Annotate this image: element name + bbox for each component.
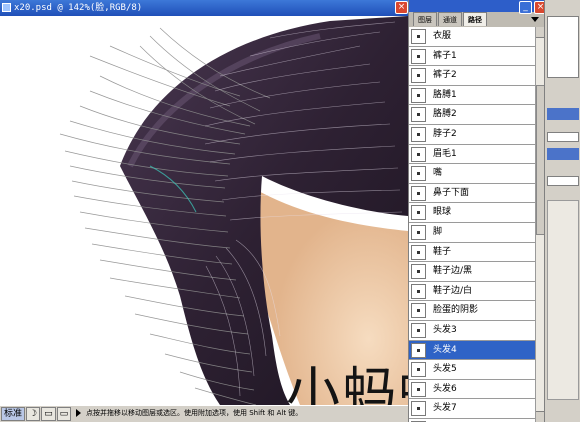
path-row[interactable]: 鞋子 xyxy=(409,243,535,263)
path-row[interactable]: 眼球 xyxy=(409,203,535,223)
path-thumbnail-icon xyxy=(411,244,426,260)
panel-menu-icon[interactable] xyxy=(531,17,539,22)
path-thumbnail-icon xyxy=(411,185,426,201)
document-icon xyxy=(2,3,11,12)
path-name: 脚 xyxy=(433,226,443,237)
path-row[interactable]: 脖子2 xyxy=(409,125,535,145)
path-thumbnail-icon xyxy=(411,166,426,182)
path-row[interactable]: 裤子1 xyxy=(409,47,535,67)
path-name: 鼻子下面 xyxy=(433,187,470,198)
path-thumbnail-icon xyxy=(411,283,426,299)
path-thumbnail-icon xyxy=(411,264,426,280)
path-name: 头发5 xyxy=(433,364,457,375)
path-name: 头发7 xyxy=(433,403,457,414)
docked-panels-strip xyxy=(544,0,580,422)
path-row[interactable]: 鼻子下面 xyxy=(409,184,535,204)
close-icon[interactable]: × xyxy=(395,1,408,14)
path-row[interactable]: 头发7 xyxy=(409,399,535,419)
path-name: 头发4 xyxy=(433,344,457,355)
path-row[interactable]: 眉毛1 xyxy=(409,145,535,165)
image-canvas[interactable]: 小蚂蚱 xyxy=(0,16,408,405)
path-thumbnail-icon xyxy=(411,146,426,162)
path-thumbnail-icon xyxy=(411,362,426,378)
docked-panel-title[interactable] xyxy=(547,108,579,120)
full-screen-mode-button[interactable]: ▭ xyxy=(56,407,72,421)
path-name: 衣服 xyxy=(433,31,452,41)
docked-panel-field[interactable] xyxy=(547,176,579,186)
path-name: 裤子2 xyxy=(433,70,457,81)
path-thumbnail-icon xyxy=(411,322,426,338)
path-name: 鞋子边/白 xyxy=(433,285,473,296)
path-thumbnail-icon xyxy=(411,87,426,103)
path-thumbnail-icon xyxy=(411,29,426,44)
path-thumbnail-icon xyxy=(411,401,426,417)
path-row[interactable]: 胳膊1 xyxy=(409,86,535,106)
path-name: 胳膊2 xyxy=(433,109,457,120)
standard-mode-button[interactable]: 标准 xyxy=(1,407,26,421)
navigator-preview xyxy=(547,16,579,78)
paths-panel: 图层 通道 路径 衣服裤子1 裤子2 胳膊1 胳膊2 脖子2 眉毛1 嘴鼻子下面眼球脚鞋子鞋… xyxy=(408,0,545,422)
path-row[interactable]: 头发5 xyxy=(409,360,535,380)
path-row[interactable]: 脚 xyxy=(409,223,535,243)
status-arrow-icon[interactable] xyxy=(76,409,81,417)
path-name: 脖子2 xyxy=(433,128,457,139)
path-name: 眼球 xyxy=(433,207,452,218)
path-list: 衣服裤子1 裤子2 胳膊1 胳膊2 脖子2 眉毛1 嘴鼻子下面眼球脚鞋子鞋子边/黑鞋子边/白… xyxy=(409,27,535,422)
path-row[interactable]: 胳膊2 xyxy=(409,105,535,125)
tab-channels[interactable]: 通道 xyxy=(438,12,462,26)
watermark-text: 小蚂蚱 xyxy=(286,361,408,405)
path-name: 脸蛋的阴影 xyxy=(433,305,479,316)
path-row[interactable]: 嘴 xyxy=(409,164,535,184)
path-row[interactable]: 头发3 xyxy=(409,321,535,341)
path-row[interactable]: 头发4 xyxy=(409,340,535,361)
path-thumbnail-icon xyxy=(411,381,426,397)
minimize-icon[interactable]: _ xyxy=(519,1,532,14)
path-row[interactable]: 鞋子边/白 xyxy=(409,282,535,302)
path-thumbnail-icon xyxy=(411,107,426,123)
canvas-artwork xyxy=(59,16,408,405)
path-row[interactable]: 衣服 xyxy=(409,27,535,47)
path-thumbnail-icon xyxy=(411,126,426,142)
path-name: 头发6 xyxy=(433,383,457,394)
path-name: 头发3 xyxy=(433,324,457,335)
path-thumbnail-icon xyxy=(411,342,426,358)
path-name: 胳膊1 xyxy=(433,89,457,100)
path-thumbnail-icon xyxy=(411,205,426,221)
document-title-bar[interactable]: x20.psd @ 142%(脸,RGB/8) xyxy=(0,0,408,16)
path-row[interactable]: 鞋子边/黑 xyxy=(409,262,535,282)
path-thumbnail-icon xyxy=(411,68,426,84)
quick-mask-mode-button[interactable]: ☽ xyxy=(26,407,41,421)
path-name: 鞋子边/黑 xyxy=(433,266,473,277)
tab-paths[interactable]: 路径 xyxy=(463,12,487,26)
panel-tabs: 图层 通道 路径 xyxy=(409,12,545,27)
document-title: x20.psd @ 142%(脸,RGB/8) xyxy=(14,3,143,13)
docked-panel-field[interactable] xyxy=(547,132,579,142)
status-bar: 标准 ☽ ▭ ▭ 点按并拖移以移动图层或选区。使用附加选项，使用 Shift 和… xyxy=(0,405,408,422)
docked-panel-body xyxy=(547,200,579,400)
mode-button-group: 标准 ☽ ▭ ▭ xyxy=(1,407,72,421)
screen-mode-button[interactable]: ▭ xyxy=(41,407,56,421)
path-name: 眉毛1 xyxy=(433,148,457,159)
path-thumbnail-icon xyxy=(411,224,426,240)
path-name: 嘴 xyxy=(433,168,443,179)
path-row[interactable]: 脸蛋的阴影 xyxy=(409,301,535,321)
path-thumbnail-icon xyxy=(411,303,426,319)
docked-panel-title[interactable] xyxy=(547,148,579,160)
tab-layers[interactable]: 图层 xyxy=(413,12,437,26)
status-hint-text: 点按并拖移以移动图层或选区。使用附加选项，使用 Shift 和 Alt 键。 xyxy=(86,409,303,417)
path-thumbnail-icon xyxy=(411,48,426,64)
path-name: 鞋子 xyxy=(433,246,452,257)
path-name: 裤子1 xyxy=(433,50,457,61)
path-row[interactable]: 裤子2 xyxy=(409,66,535,86)
path-row[interactable]: 头发6 xyxy=(409,380,535,400)
